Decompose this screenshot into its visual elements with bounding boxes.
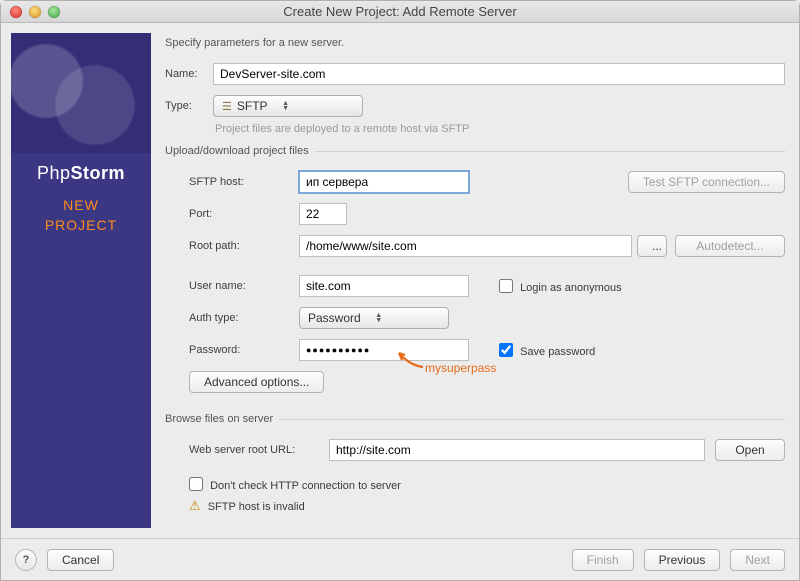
chevron-updown-icon: ▲▼ bbox=[371, 313, 387, 323]
label-sftp-host: SFTP host: bbox=[189, 176, 299, 188]
open-url-button[interactable]: Open bbox=[715, 439, 785, 461]
label-type: Type: bbox=[165, 100, 213, 112]
fieldset-browse-server: Browse files on server Web server root U… bbox=[165, 413, 785, 514]
validation-warning: ⚠ SFTP host is invalid bbox=[189, 498, 785, 514]
label-port: Port: bbox=[189, 208, 299, 220]
label-name: Name: bbox=[165, 68, 213, 80]
autodetect-button[interactable]: Autodetect... bbox=[675, 235, 785, 257]
fieldset-legend-updown: Upload/download project files bbox=[165, 145, 315, 157]
browse-root-button[interactable]: ... bbox=[637, 235, 667, 257]
password-input[interactable] bbox=[299, 339, 469, 361]
sftp-host-input[interactable] bbox=[299, 171, 469, 193]
cancel-button[interactable]: Cancel bbox=[47, 549, 114, 571]
label-web-root: Web server root URL: bbox=[189, 444, 329, 456]
type-select[interactable]: ☰ SFTP ▲▼ bbox=[213, 95, 363, 117]
port-input[interactable] bbox=[299, 203, 347, 225]
label-password: Password: bbox=[189, 344, 299, 356]
wizard-sidebar: PhpStorm NEWPROJECT bbox=[11, 33, 151, 528]
wizard-footer: ? Cancel Finish Previous Next bbox=[1, 538, 799, 580]
previous-button[interactable]: Previous bbox=[644, 549, 721, 571]
advanced-options-button[interactable]: Advanced options... bbox=[189, 371, 324, 393]
save-password-checkbox[interactable]: Save password bbox=[499, 343, 595, 358]
login-anonymous-checkbox[interactable]: Login as anonymous bbox=[499, 279, 622, 294]
user-name-input[interactable] bbox=[299, 275, 469, 297]
dont-check-http-checkbox[interactable]: Don't check HTTP connection to server bbox=[189, 477, 785, 492]
auth-type-select[interactable]: Password ▲▼ bbox=[299, 307, 449, 329]
finish-button[interactable]: Finish bbox=[572, 549, 634, 571]
titlebar: Create New Project: Add Remote Server bbox=[1, 1, 799, 23]
fieldset-legend-browse: Browse files on server bbox=[165, 413, 279, 425]
warning-icon: ⚠ bbox=[189, 498, 201, 513]
type-hint: Project files are deployed to a remote h… bbox=[215, 123, 785, 135]
web-root-input[interactable] bbox=[329, 439, 705, 461]
sidebar-graphic bbox=[11, 33, 151, 153]
server-icon: ☰ bbox=[222, 100, 232, 113]
page-intro: Specify parameters for a new server. bbox=[165, 37, 785, 49]
next-button[interactable]: Next bbox=[730, 549, 785, 571]
help-button[interactable]: ? bbox=[15, 549, 37, 571]
label-root-path: Root path: bbox=[189, 240, 299, 252]
label-user-name: User name: bbox=[189, 280, 299, 292]
chevron-updown-icon: ▲▼ bbox=[278, 101, 294, 111]
label-auth-type: Auth type: bbox=[189, 312, 299, 324]
root-path-input[interactable] bbox=[299, 235, 632, 257]
name-input[interactable] bbox=[213, 63, 785, 85]
window-title: Create New Project: Add Remote Server bbox=[1, 4, 799, 19]
brand-logo: PhpStorm bbox=[11, 163, 151, 184]
test-connection-button[interactable]: Test SFTP connection... bbox=[628, 171, 785, 193]
sidebar-caption: NEWPROJECT bbox=[11, 196, 151, 235]
fieldset-upload-download: Upload/download project files SFTP host:… bbox=[165, 145, 785, 403]
